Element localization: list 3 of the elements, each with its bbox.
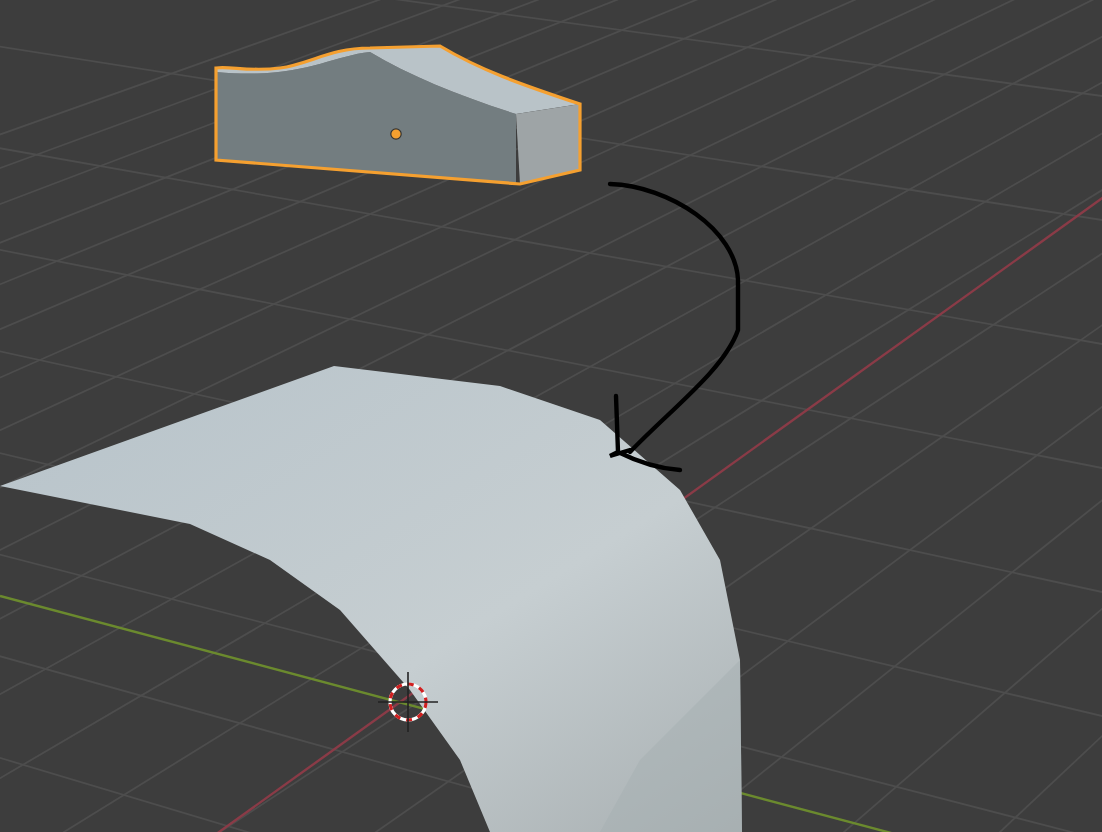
- block-object[interactable]: [214, 44, 582, 186]
- 3d-cursor-icon[interactable]: [377, 671, 439, 733]
- curved-surface-object[interactable]: [0, 366, 742, 832]
